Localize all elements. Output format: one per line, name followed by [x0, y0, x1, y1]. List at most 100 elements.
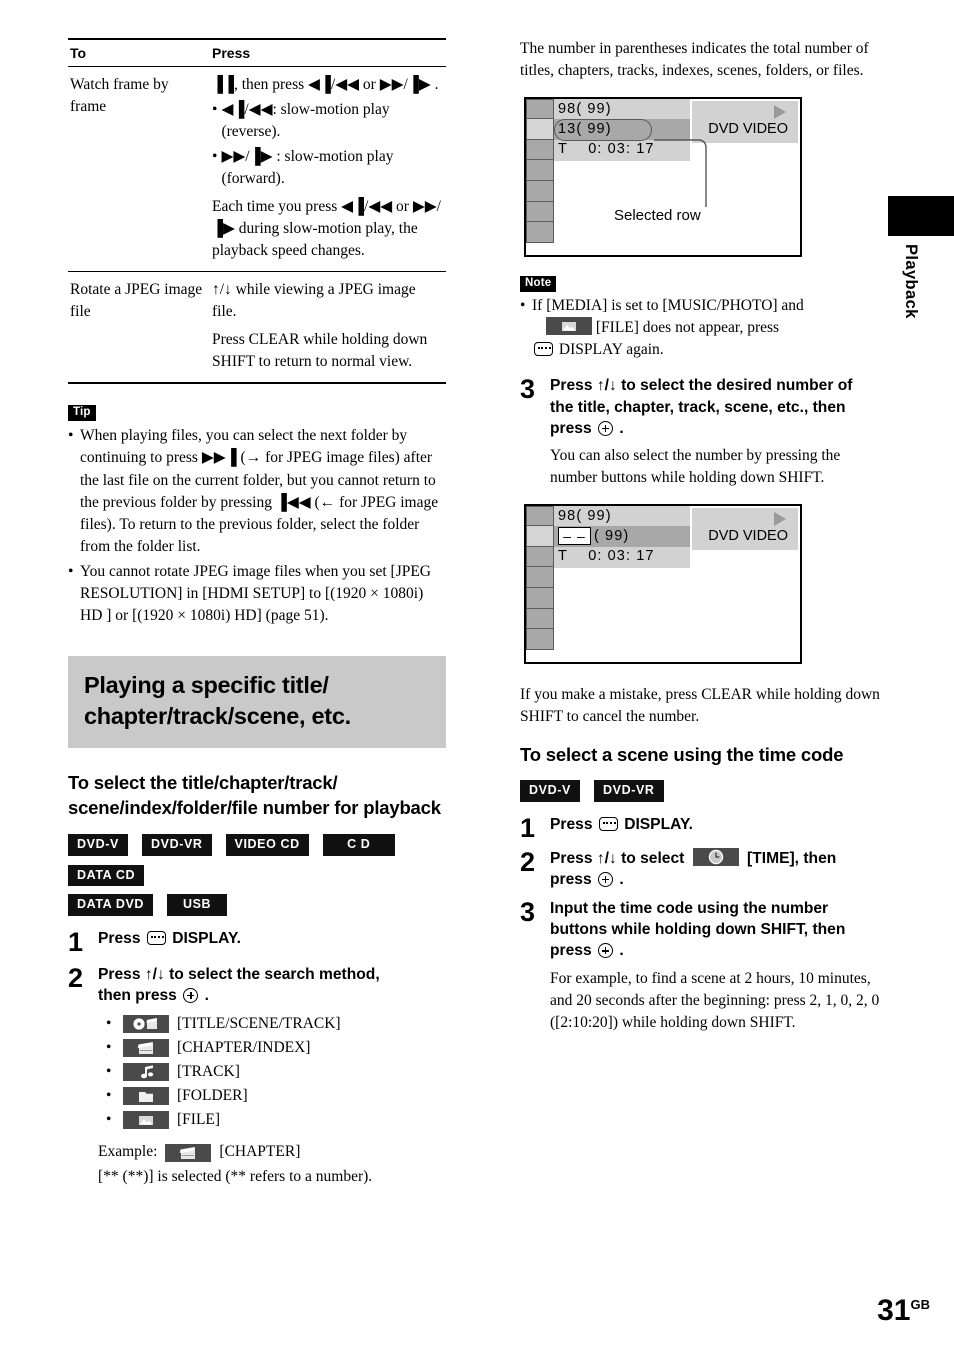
display-button-icon — [598, 816, 618, 831]
step-body: Press DISPLAY. — [98, 928, 446, 956]
press-tail-text: Press CLEAR while holding down SHIFT to … — [212, 331, 428, 370]
row-press-cell: ↑/↓ while viewing a JPEG image file. Pre… — [210, 271, 446, 384]
search-method-options: • [TITLE/SCENE/TRACK] • [CHAPTER/INDEX] … — [98, 1015, 446, 1130]
press-tail-text: Each time you press ◀▐/◀◀ or ▶▶/▐▶ durin… — [212, 198, 441, 259]
page-number-value: 31 — [877, 1294, 911, 1327]
option-label: [CHAPTER/INDEX] — [177, 1039, 311, 1057]
step-number: 1 — [68, 927, 84, 957]
osd-icon-cell — [526, 505, 554, 527]
osd-icon-cell-selected — [526, 119, 554, 140]
tip-block: Tip When playing files, you can select t… — [68, 402, 446, 628]
osd-icon-cell — [526, 160, 554, 181]
timecode-badge-row: DVD-V DVD-VR — [520, 779, 880, 802]
list-item: • [TITLE/SCENE/TRACK] — [106, 1015, 446, 1034]
osd-number-input[interactable]: – – — [558, 527, 591, 546]
operations-table: To Press Watch frame by frame ▐▐, then p… — [68, 38, 446, 384]
step-body: Press DISPLAY. — [550, 814, 880, 842]
list-item: • [FILE] — [106, 1111, 446, 1130]
step-title-pre: Press ↑/↓ to select — [550, 849, 685, 867]
list-item: • [TRACK] — [106, 1063, 446, 1082]
bullet-dot: • — [212, 101, 218, 118]
callout-label: Selected row — [614, 206, 701, 224]
callout-leader — [654, 129, 714, 207]
osd-diagram-1: DVD VIDEO 98( 99) 13( 99) T 0: 03: 17 Se… — [524, 96, 802, 257]
disc-badge-row: DVD-V DVD-VR VIDEO CD C D DATA CD — [68, 833, 446, 887]
page-number: 31GB — [877, 1294, 930, 1328]
timecode-heading: To select a scene using the time code — [520, 744, 844, 766]
enter-button-icon — [597, 871, 613, 887]
disc-badge-usb: USB — [167, 894, 228, 916]
enter-button-icon — [183, 988, 199, 1004]
step-explanation: For example, to find a scene at 2 hours,… — [550, 969, 880, 1032]
timecode-step-2: 2 Press ↑/↓ to select [TIME], then press… — [520, 847, 880, 890]
bullet-dot: • — [106, 1015, 112, 1033]
table-header-row: To Press — [68, 38, 446, 67]
step-title-post: . — [204, 987, 209, 1005]
title-scene-track-icon — [123, 1015, 169, 1034]
step-body: Input the time code using the number but… — [550, 898, 880, 1035]
disc-badge-dvd-vr: DVD-VR — [594, 779, 664, 802]
time-icon — [692, 847, 739, 866]
bullet-text: ◀▐/◀◀: slow-motion play (reverse). — [221, 101, 390, 140]
tip-text: You cannot rotate JPEG image files when … — [80, 562, 432, 625]
disc-badge-dvd-v: DVD-V — [68, 833, 128, 856]
step-title-pre: Input the time code using the number but… — [550, 899, 846, 960]
step-3: 3 Press ↑/↓ to select the desired number… — [520, 375, 880, 489]
folder-icon — [123, 1087, 169, 1106]
row-press-cell: ▐▐, then press ◀▐/◀◀ or ▶▶/▐▶ . • ◀▐/◀◀:… — [210, 67, 446, 272]
step-title-post: . — [619, 419, 624, 437]
row-to-label: Rotate a JPEG image file — [68, 271, 210, 384]
osd-icon-column — [526, 505, 554, 650]
display-button-icon — [534, 342, 553, 357]
step-body: Press ↑/↓ to select the search method, t… — [98, 964, 446, 1188]
step-number: 3 — [520, 374, 536, 405]
step-title: Press DISPLAY. — [550, 814, 880, 835]
step-title-post: . — [619, 942, 624, 960]
step-title: Input the time code using the number but… — [550, 898, 880, 962]
bullet-dot: • — [212, 148, 218, 165]
osd-icon-cell — [526, 139, 554, 161]
page-number-suffix: GB — [910, 1297, 931, 1312]
bullet-dot: • — [106, 1039, 112, 1057]
left-column: To Press Watch frame by frame ▐▐, then p… — [68, 38, 446, 1190]
right-column: The number in parentheses indicates the … — [520, 38, 880, 1037]
selected-row-highlight — [554, 118, 652, 141]
step-number: 2 — [68, 963, 84, 993]
option-label: [FOLDER] — [177, 1087, 248, 1105]
osd-row-title: 98( 99) — [558, 100, 612, 117]
step-title-pre: Press — [550, 815, 593, 833]
table-row: Rotate a JPEG image file ↑/↓ while viewi… — [68, 271, 446, 384]
step-body: Press ↑/↓ to select the desired number o… — [550, 375, 880, 489]
step-title-post: DISPLAY. — [172, 930, 241, 947]
enter-button-icon — [597, 943, 613, 959]
step-title: Press ↑/↓ to select the search method, t… — [98, 964, 446, 1006]
chapter-index-icon — [123, 1039, 169, 1058]
note-badge: Note — [520, 275, 557, 292]
osd-icon-cell — [526, 608, 554, 630]
disc-badge-cd: C D — [322, 833, 395, 856]
press-main-text: ↑/↓ while viewing a JPEG image file. — [212, 281, 416, 320]
step-title-pre: Press ↑/↓ to select the desired number o… — [550, 377, 853, 437]
display-button-icon — [146, 931, 166, 945]
column-header-press: Press — [210, 38, 446, 67]
manual-page: To Press Watch frame by frame ▐▐, then p… — [0, 0, 954, 1352]
mistake-paragraph: If you make a mistake, press CLEAR while… — [520, 685, 880, 725]
osd-icon-cell — [526, 222, 554, 243]
step-title-mid: then press — [98, 987, 177, 1005]
note-block: Note • If [MEDIA] is set to [MUSIC/PHOTO… — [520, 273, 880, 362]
table-row: Watch frame by frame ▐▐, then press ◀▐/◀… — [68, 67, 446, 272]
osd-icon-cell — [526, 201, 554, 223]
section-heading: Playing a specific title/ chapter/track/… — [68, 655, 446, 748]
play-triangle-icon — [774, 104, 786, 119]
row-to-label: Watch frame by frame — [70, 76, 169, 115]
step-number: 3 — [520, 896, 536, 927]
file-icon — [123, 1111, 169, 1130]
step-title: Press ↑/↓ to select the desired number o… — [550, 375, 880, 439]
play-triangle-icon — [774, 511, 786, 526]
osd-row-title: 98( 99) — [558, 507, 612, 524]
note-text-pre: If [MEDIA] is set to [MUSIC/PHOTO] and — [532, 296, 804, 314]
list-item: When playing files, you can select the n… — [68, 425, 446, 559]
tip-list: When playing files, you can select the n… — [68, 425, 446, 628]
bullet-dot: • — [106, 1087, 112, 1105]
tip-badge: Tip — [68, 405, 96, 421]
